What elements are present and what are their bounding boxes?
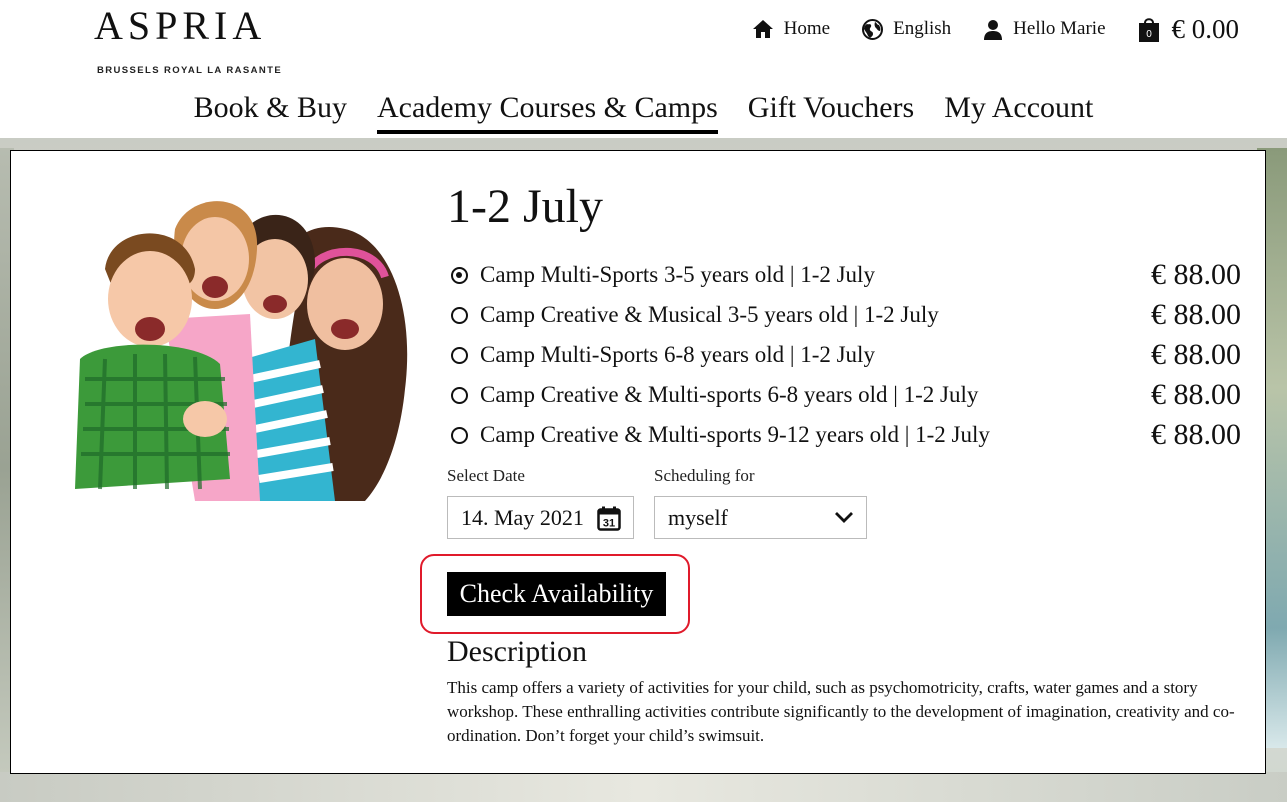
logo-subtitle: BRUSSELS ROYAL LA RASANTE — [97, 65, 283, 76]
camp-option[interactable]: Camp Multi-Sports 6-8 years old | 1-2 Ju… — [451, 335, 1241, 375]
check-availability-button[interactable]: Check Availability — [447, 572, 666, 616]
site-header: ASPRIA BRUSSELS ROYAL LA RASANTE Home En… — [0, 0, 1287, 138]
camp-option-price: € 88.00 — [1151, 258, 1241, 291]
aspria-logo[interactable]: ASPRIA BRUSSELS ROYAL LA RASANTE — [94, 3, 304, 77]
camp-option-label: Camp Creative & Multi-sports 9-12 years … — [480, 422, 990, 447]
camp-option-price: € 88.00 — [1151, 338, 1241, 371]
radio-button[interactable] — [451, 306, 468, 324]
date-value: 14. May 2021 — [461, 504, 584, 530]
user-icon — [984, 19, 1003, 40]
globe-icon — [862, 18, 884, 40]
camp-option-label: Camp Creative & Multi-sports 6-8 years o… — [480, 382, 979, 407]
home-icon — [752, 20, 773, 38]
nav-my-account[interactable]: My Account — [944, 90, 1093, 134]
camp-option-price: € 88.00 — [1151, 418, 1241, 451]
cart-count: 0 — [1146, 29, 1152, 40]
camp-option[interactable]: Camp Creative & Musical 3-5 years old | … — [451, 295, 1241, 335]
camp-option[interactable]: Camp Creative & Multi-sports 6-8 years o… — [451, 375, 1241, 415]
home-link-label: Home — [783, 18, 831, 39]
nav-academy-courses-camps[interactable]: Academy Courses & Camps — [377, 90, 718, 134]
scheduling-for-select[interactable]: myself — [654, 496, 867, 539]
camp-title: 1-2 July — [447, 180, 603, 233]
camp-option[interactable]: Camp Multi-Sports 3-5 years old | 1-2 Ju… — [451, 255, 1241, 295]
cart-link[interactable]: 0 € 0.00 — [1138, 13, 1240, 45]
user-account-link[interactable]: Hello Marie — [983, 18, 1106, 40]
user-greeting: Hello Marie — [1013, 18, 1106, 39]
camp-option-label: Camp Multi-Sports 6-8 years old | 1-2 Ju… — [480, 342, 875, 367]
home-link[interactable]: Home — [752, 18, 830, 40]
children-photo-illustration — [45, 189, 415, 501]
main-navigation: Book & Buy Academy Courses & Camps Gift … — [0, 90, 1287, 134]
camp-option[interactable]: Camp Creative & Multi-sports 9-12 years … — [451, 415, 1241, 455]
cart-total: € 0.00 — [1171, 13, 1240, 44]
radio-button[interactable] — [451, 426, 468, 444]
children-photo — [45, 189, 415, 501]
radio-button-selected[interactable] — [451, 266, 468, 284]
select-date-label: Select Date — [447, 466, 525, 485]
scheduling-for-value: myself — [668, 504, 728, 530]
calendar-icon[interactable]: 31 — [597, 506, 621, 531]
top-links: Home English Hello Marie 0 € 0.00 — [720, 14, 1239, 44]
calendar-day: 31 — [603, 518, 615, 530]
radio-button[interactable] — [451, 346, 468, 364]
nav-book-buy[interactable]: Book & Buy — [194, 90, 347, 134]
camp-option-price: € 88.00 — [1151, 378, 1241, 411]
radio-button[interactable] — [451, 386, 468, 404]
logo-wordmark: ASPRIA — [94, 3, 267, 48]
nav-gift-vouchers[interactable]: Gift Vouchers — [748, 90, 914, 134]
camp-options-list: Camp Multi-Sports 3-5 years old | 1-2 Ju… — [451, 255, 1241, 455]
language-label: English — [893, 18, 952, 39]
camp-option-label: Camp Creative & Musical 3-5 years old | … — [480, 302, 939, 327]
camp-option-label: Camp Multi-Sports 3-5 years old | 1-2 Ju… — [480, 262, 875, 287]
scheduling-for-label: Scheduling for — [654, 466, 755, 485]
shopping-bag-icon: 0 — [1138, 18, 1159, 42]
camp-detail-panel: 1-2 July Camp Multi-Sports 3-5 years old… — [10, 150, 1266, 774]
date-picker-field[interactable]: 14. May 2021 31 — [447, 496, 634, 539]
chevron-down-icon — [835, 512, 853, 523]
description-heading: Description — [447, 635, 587, 668]
language-selector[interactable]: English — [862, 18, 951, 40]
description-text: This camp offers a variety of activities… — [447, 678, 1235, 745]
camp-option-price: € 88.00 — [1151, 298, 1241, 331]
background-scenery-bottom — [0, 772, 1287, 802]
